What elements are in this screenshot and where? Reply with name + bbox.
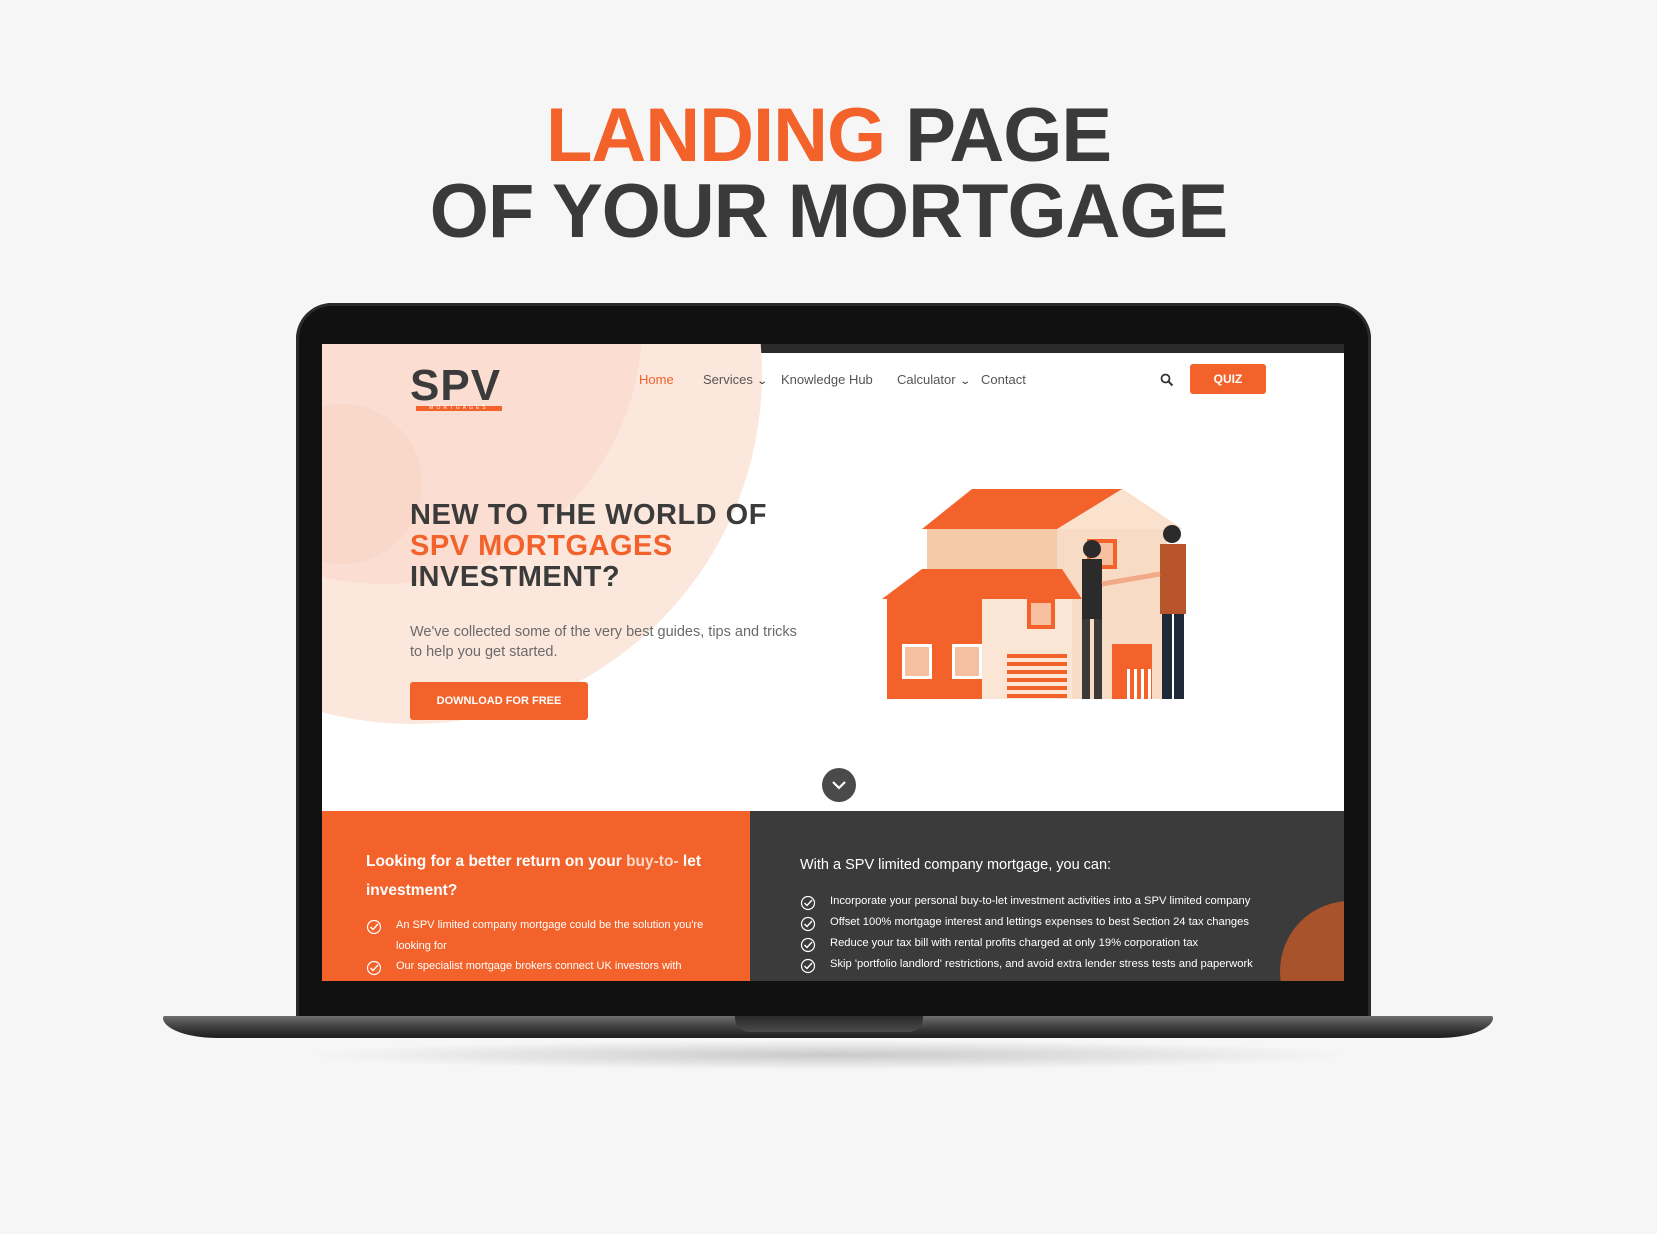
spv-logo[interactable]: SPV MORTGAGES (410, 364, 510, 414)
nav-contact[interactable]: Contact (981, 372, 1026, 387)
house-handshake-illustration (882, 489, 1186, 699)
headline-line-1: LANDING PAGE (0, 92, 1657, 180)
hero-heading-line-1: NEW TO THE WORLD OF (410, 499, 767, 531)
check-circle-icon (366, 919, 382, 935)
right-list-text: Offset 100% mortgage interest and lettin… (830, 916, 1249, 928)
left-title-soft: buy-to- (626, 853, 679, 870)
nav-services[interactable]: Services ⌄ (703, 372, 768, 387)
logo-text: SPV (410, 361, 502, 410)
headline-accent: LANDING (545, 93, 886, 178)
hero-heading-line-3: INVESTMENT? (410, 561, 621, 593)
benefits-left-panel: Looking for a better return on your buy-… (322, 811, 750, 981)
chevron-down-icon: ⌄ (756, 376, 768, 387)
benefits-right-panel: With a SPV limited company mortgage, you… (750, 811, 1344, 981)
laptop-notch (735, 1016, 923, 1032)
nav-services-label: Services (703, 372, 753, 387)
chevron-down-icon: ⌄ (958, 376, 971, 387)
left-list-item: An SPV limited company mortgage could be… (366, 915, 726, 957)
scroll-down-button[interactable] (822, 768, 856, 802)
download-button[interactable]: DOWNLOAD FOR FREE (410, 682, 588, 720)
nav-home[interactable]: Home (639, 372, 674, 387)
nav-calculator[interactable]: Calculator ⌄ (897, 372, 971, 387)
search-icon[interactable] (1160, 373, 1174, 387)
hero-heading-line-2: SPV MORTGAGES (410, 530, 673, 562)
quiz-button[interactable]: QUIZ (1190, 364, 1266, 394)
laptop-screen: SPV MORTGAGES Home Services ⌄ Knowledge H… (322, 344, 1344, 981)
right-list-text: Incorporate your personal buy-to-let inv… (830, 895, 1251, 907)
left-panel-title: Looking for a better return on your buy-… (366, 847, 706, 905)
nav-calculator-label: Calculator (897, 372, 956, 387)
chevron-down-icon (832, 781, 846, 790)
hero-subtitle: We've collected some of the very best gu… (410, 624, 797, 660)
hero-heading: NEW TO THE WORLD OF SPV MORTGAGES INVEST… (410, 500, 767, 593)
headline-rest: PAGE (905, 93, 1112, 178)
logo-subtitle: MORTGAGES (416, 406, 502, 411)
headline-line-2: OF YOUR MORTGAGE (429, 169, 1229, 254)
check-circle-icon (800, 958, 816, 974)
right-panel-title: With a SPV limited company mortgage, you… (800, 857, 1112, 873)
right-panel-decor (1280, 901, 1344, 981)
nav-knowledge-hub[interactable]: Knowledge Hub (781, 372, 873, 387)
check-circle-icon (366, 960, 382, 976)
check-circle-icon (800, 937, 816, 953)
left-list-text: An SPV limited company mortgage could be… (396, 919, 704, 952)
left-title-main: Looking for a better return on your (366, 853, 627, 870)
right-list-text: Skip 'portfolio landlord' restrictions, … (830, 958, 1253, 970)
left-list-text: Our specialist mortgage brokers connect … (396, 960, 682, 972)
check-circle-icon (800, 916, 816, 932)
left-list-item: Our specialist mortgage brokers connect … (366, 956, 726, 978)
check-circle-icon (800, 895, 816, 911)
right-list-text: Reduce your tax bill with rental profits… (830, 937, 1199, 949)
laptop-shadow (300, 1040, 1360, 1070)
